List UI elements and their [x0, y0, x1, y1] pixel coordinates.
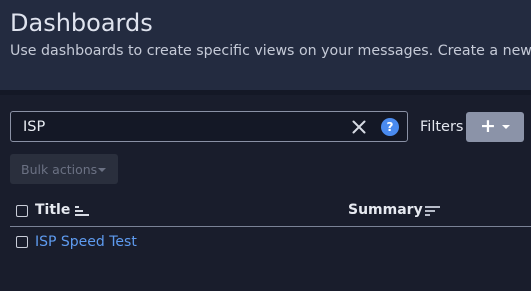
bulk-actions-label: Bulk actions: [21, 162, 98, 177]
sort-icon[interactable]: [425, 205, 441, 217]
search-input[interactable]: ISP ?: [10, 111, 408, 142]
page-description: Use dashboards to create specific views …: [10, 43, 531, 59]
bulk-actions-button[interactable]: Bulk actions: [10, 154, 118, 184]
dashboard-title-link[interactable]: ISP Speed Test: [35, 234, 137, 251]
column-header-summary[interactable]: Summary: [348, 202, 423, 219]
question-circle-icon[interactable]: ?: [381, 118, 399, 136]
filters-label: Filters: [420, 119, 464, 135]
close-icon[interactable]: [351, 119, 367, 135]
header-divider: [0, 90, 531, 95]
table-header-divider: [10, 226, 531, 227]
page-header: Dashboards Use dashboards to create spec…: [0, 0, 531, 90]
sort-ascending-icon[interactable]: [75, 205, 91, 217]
select-all-checkbox[interactable]: [16, 205, 28, 217]
chevron-down-icon: [98, 168, 106, 172]
search-input-value[interactable]: ISP: [23, 118, 45, 136]
chevron-down-icon: [502, 125, 510, 129]
page-title: Dashboards: [10, 9, 153, 37]
add-filter-button[interactable]: +: [466, 112, 524, 142]
column-header-title[interactable]: Title: [35, 202, 70, 219]
row-checkbox[interactable]: [16, 236, 28, 248]
plus-icon: +: [480, 115, 496, 137]
